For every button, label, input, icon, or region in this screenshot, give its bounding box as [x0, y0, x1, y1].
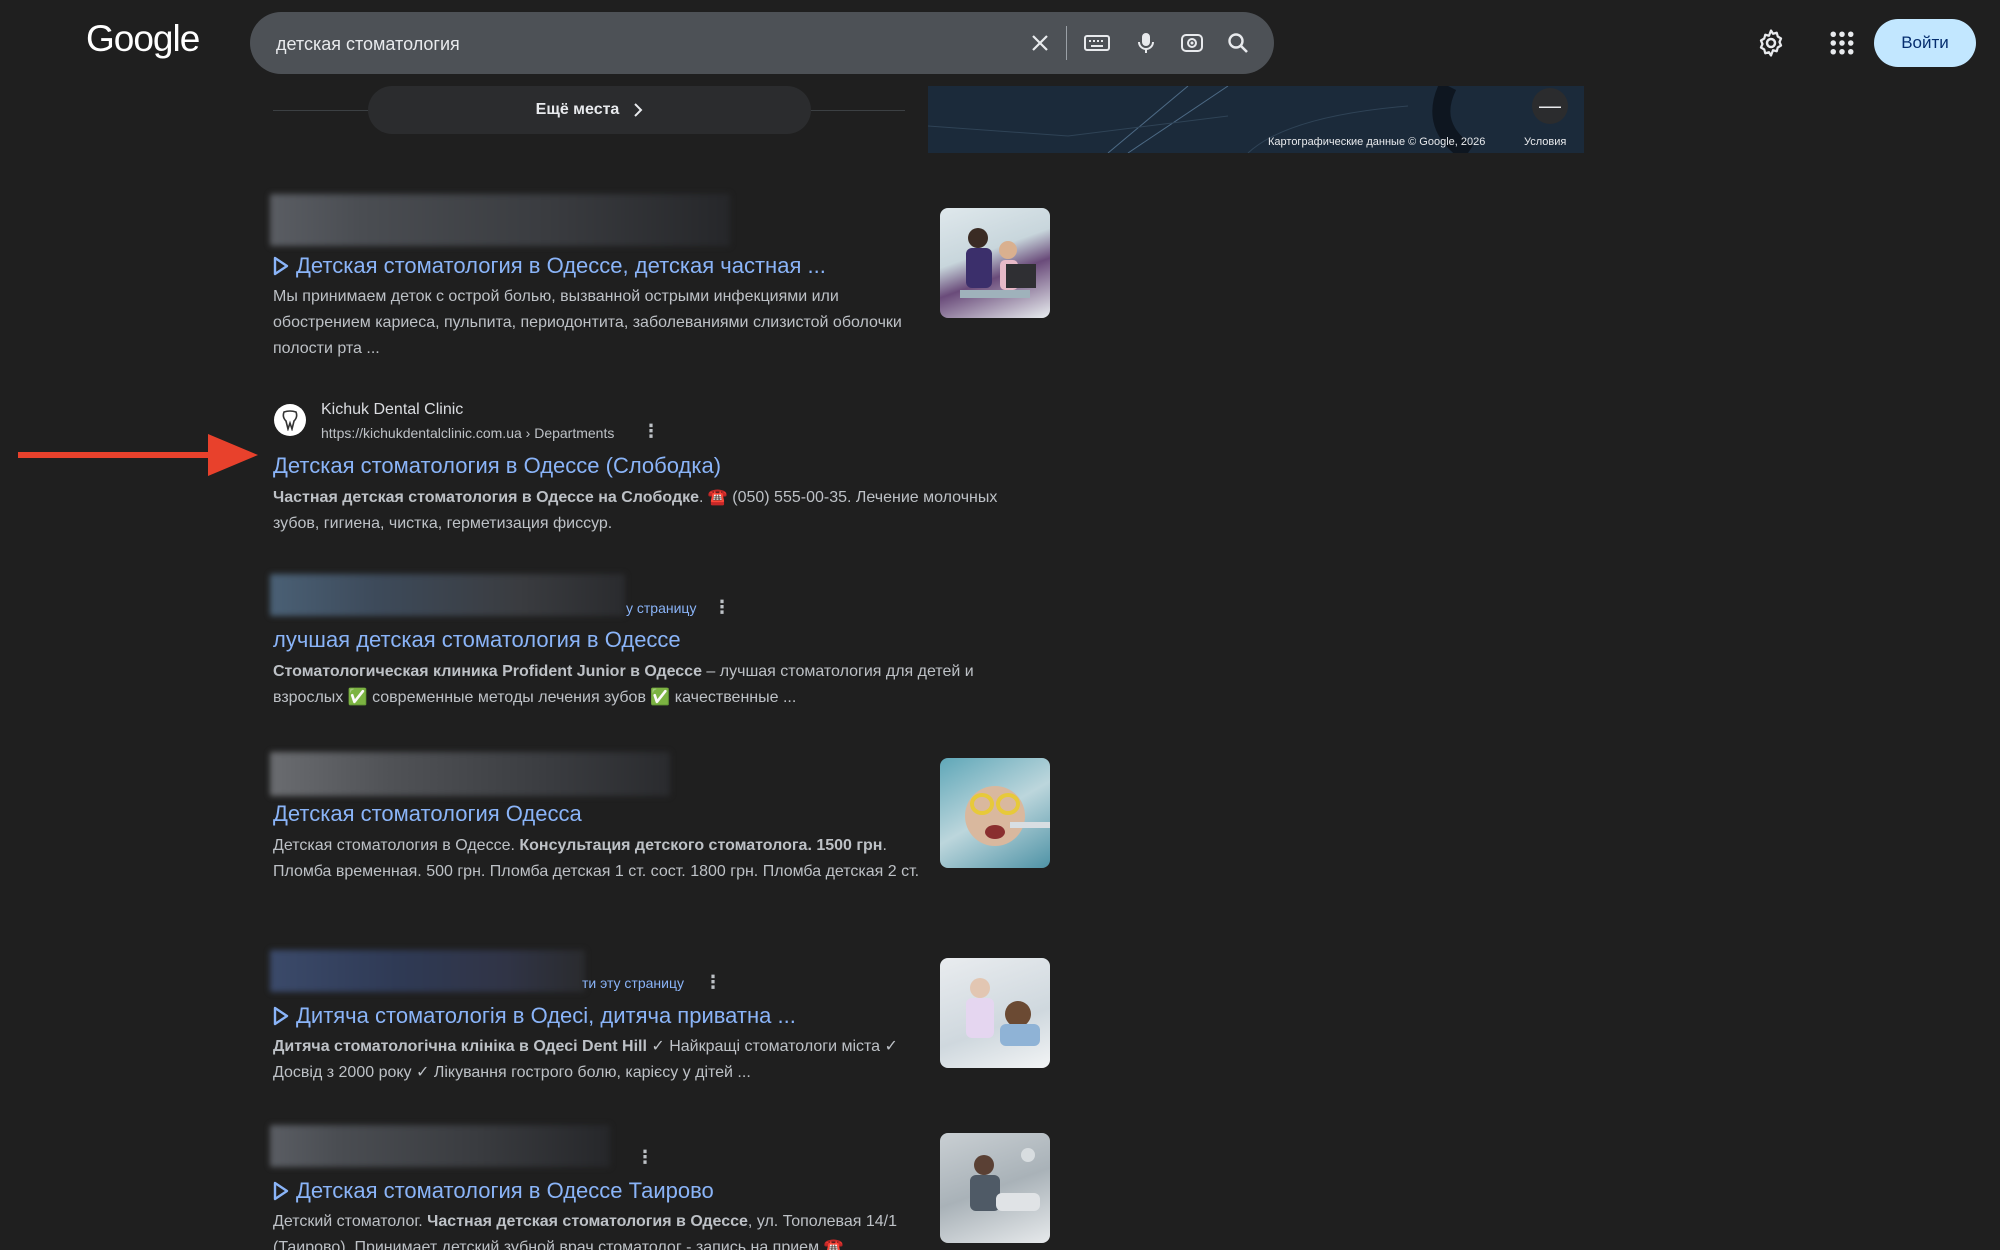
- snippet-bold: Стоматологическая клиника Profident Juni…: [273, 663, 702, 680]
- result-title[interactable]: лучшая детская стоматология в Одессе: [273, 627, 681, 653]
- chevron-right-icon: [634, 103, 643, 117]
- site-favicon[interactable]: [274, 404, 306, 436]
- result-snippet: Детская стоматология в Одессе. Консульта…: [273, 833, 933, 885]
- result-title[interactable]: Детская стоматология в Одессе (Слободка): [273, 453, 721, 479]
- more-options-icon[interactable]: ⋮: [636, 1147, 654, 1168]
- search-bar[interactable]: [250, 12, 1274, 76]
- search-input[interactable]: [274, 12, 1038, 76]
- snippet-bold: Частная детская стоматология в Одессе: [427, 1213, 748, 1230]
- play-icon: [273, 1181, 289, 1201]
- result-thumbnail[interactable]: [940, 758, 1050, 868]
- result-snippet: Мы принимаем деток с острой болью, вызва…: [273, 288, 902, 357]
- play-icon: [273, 1006, 289, 1026]
- map-roads: [928, 86, 1474, 153]
- search-divider: [1066, 26, 1067, 60]
- map-preview[interactable]: — Картографические данные © Google, 2026…: [928, 86, 1584, 153]
- apps-grid-icon[interactable]: [1827, 28, 1857, 58]
- site-url[interactable]: https://kichukdentalclinic.com.ua › Depa…: [321, 425, 614, 441]
- result-source-blurred: [270, 950, 585, 992]
- result-thumbnail[interactable]: [940, 208, 1050, 318]
- snippet-text: Детский стоматолог.: [273, 1213, 428, 1230]
- result-partial-link[interactable]: у страницу: [626, 600, 696, 616]
- thumbnail-dentist-treating-child: [966, 978, 1040, 1046]
- red-arrow-annotation: [18, 434, 258, 476]
- thumbnail-dentist-office: [970, 1148, 1040, 1211]
- result-title[interactable]: Детская стоматология в Одессе, детская ч…: [296, 253, 826, 279]
- microphone-icon[interactable]: [1134, 31, 1158, 55]
- thumbnail-child-dental-exam: [965, 786, 1050, 846]
- result-title-link[interactable]: Детская стоматология в Одессе Таирово: [272, 1178, 714, 1204]
- result-title[interactable]: Детская стоматология Одесса: [273, 801, 582, 827]
- result-thumbnail[interactable]: [940, 958, 1050, 1068]
- more-options-icon[interactable]: ⋮: [642, 421, 660, 442]
- map-zoom-out-button[interactable]: —: [1532, 88, 1568, 124]
- play-icon: [273, 256, 289, 276]
- result-source-blurred: [270, 1125, 610, 1167]
- keyboard-icon[interactable]: [1084, 31, 1110, 55]
- result-snippet: Детский стоматолог. Частная детская стом…: [273, 1209, 933, 1250]
- result-thumbnail[interactable]: [940, 1133, 1050, 1243]
- more-places-button[interactable]: Ещё места: [368, 86, 811, 134]
- site-name[interactable]: Kichuk Dental Clinic: [321, 401, 463, 419]
- lens-camera-icon[interactable]: [1180, 31, 1204, 55]
- snippet-bold: Консультация детского стоматолога. 1500 …: [519, 837, 883, 854]
- more-places-label: Ещё места: [535, 101, 620, 118]
- thumbnail-dentist-with-child: [960, 228, 1036, 298]
- more-options-icon[interactable]: ⋮: [713, 597, 731, 618]
- clear-icon[interactable]: [1028, 31, 1052, 55]
- snippet-text: Детская стоматология в Одессе.: [273, 837, 520, 854]
- map-attribution: Картографические данные © Google, 2026: [1268, 136, 1486, 148]
- result-snippet: Дитяча стоматологічна клініка в Одесі De…: [273, 1034, 933, 1086]
- search-icon[interactable]: [1226, 31, 1250, 55]
- result-partial-link[interactable]: ти эту страницу: [582, 975, 684, 991]
- tooth-icon: [282, 410, 298, 431]
- result-title-link[interactable]: Детская стоматология в Одессе, детская ч…: [272, 253, 826, 279]
- result-title[interactable]: Детская стоматология в Одессе Таирово: [296, 1178, 714, 1204]
- result-title[interactable]: Дитяча стоматологія в Одесі, дитяча прив…: [296, 1003, 796, 1029]
- snippet-bold: Дитяча стоматологічна клініка в Одесі De…: [273, 1038, 647, 1055]
- snippet-bold: Частная детская стоматология в Одессе на…: [273, 489, 699, 506]
- result-title-link[interactable]: Дитяча стоматологія в Одесі, дитяча прив…: [272, 1003, 796, 1029]
- result-snippet: Стоматологическая клиника Profident Juni…: [273, 659, 1043, 711]
- result-source-blurred: [270, 752, 670, 796]
- result-source-blurred: [270, 574, 625, 616]
- result-source-blurred: [270, 194, 730, 246]
- more-options-icon[interactable]: ⋮: [704, 972, 722, 993]
- signin-button[interactable]: Войти: [1874, 19, 1976, 67]
- gear-icon[interactable]: [1756, 28, 1786, 58]
- result-snippet: Частная детская стоматология в Одессе на…: [273, 485, 1043, 537]
- google-logo[interactable]: Google: [86, 18, 200, 60]
- map-terms-link[interactable]: Условия: [1524, 136, 1566, 148]
